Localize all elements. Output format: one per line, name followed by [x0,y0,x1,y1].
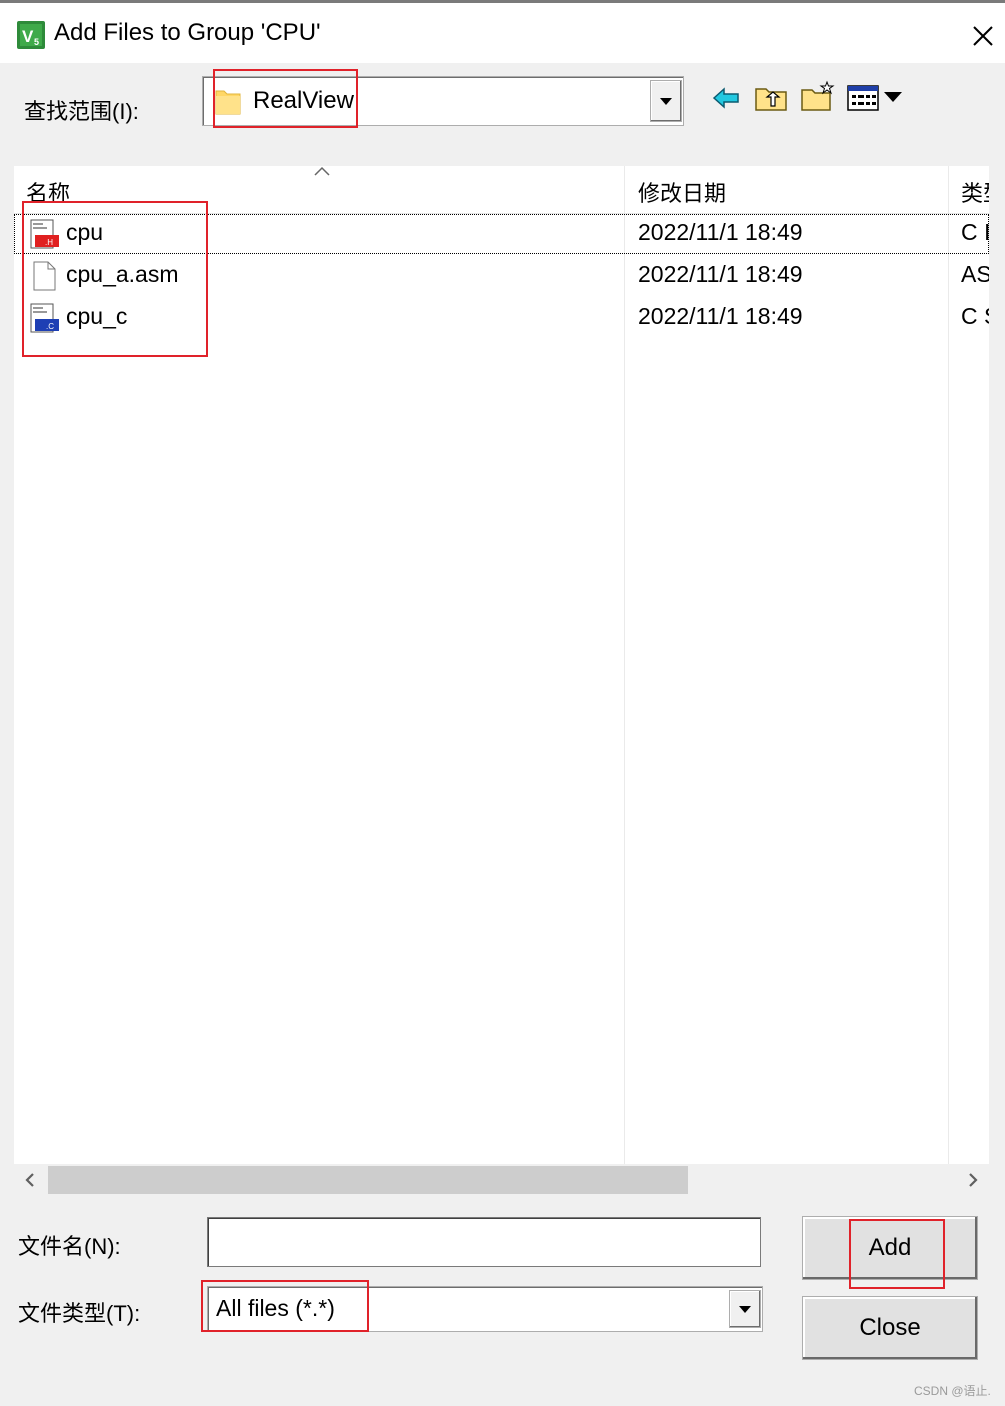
file-date: 2022/11/1 18:49 [638,261,803,287]
watermark: CSDN @语止. [914,1384,991,1398]
close-button[interactable]: Close [802,1296,978,1360]
file-row-cpu-c[interactable]: .C cpu_c 2022/11/1 18:49 C S [14,298,989,338]
file-row-cpu[interactable]: .H cpu 2022/11/1 18:49 C I [14,214,989,254]
view-menu-icon[interactable] [846,84,904,114]
scroll-right-icon[interactable] [965,1172,981,1188]
file-type: C S [961,303,989,329]
file-name: cpu_c [66,303,128,329]
filetype-dropdown-button[interactable] [729,1290,761,1328]
file-name: cpu [66,219,104,245]
column-header-type[interactable]: 类型 [961,176,989,208]
file-list[interactable]: 名称 修改日期 类型 .H cpu 2022/11/1 18:49 C I cp… [14,166,989,1164]
lookin-value: RealView [253,87,354,114]
svg-text:5: 5 [34,37,39,47]
file-type: AS [961,261,989,287]
c-source-file-icon: .C [30,303,59,333]
svg-text:V: V [22,27,34,46]
title-bar: V 5 Add Files to Group 'CPU' [0,3,1005,63]
scrollbar-thumb[interactable] [48,1166,688,1194]
add-files-dialog: V 5 Add Files to Group 'CPU' 查找范围(I): Re… [0,0,1005,1406]
file-type: C I [961,219,989,245]
column-header-name[interactable]: 名称 [26,176,70,208]
file-date: 2022/11/1 18:49 [638,303,803,329]
svg-text:.H: .H [45,238,53,247]
sort-ascending-icon [314,166,330,176]
folder-icon [215,90,241,115]
filetype-value: All files (*.*) [216,1295,335,1321]
blank-file-icon [33,261,56,291]
keil-uvision-icon: V 5 [17,21,45,49]
up-folder-icon[interactable] [754,84,788,112]
filename-label: 文件名(N): [18,1234,121,1259]
add-button[interactable]: Add [802,1216,978,1280]
window-title: Add Files to Group 'CPU' [54,19,321,46]
lookin-label: 查找范围(I): [24,99,139,124]
horizontal-scrollbar[interactable] [14,1164,989,1196]
file-name: cpu_a.asm [66,261,179,287]
filetype-combo[interactable]: All files (*.*) [207,1286,763,1332]
column-header-date[interactable]: 修改日期 [638,176,726,208]
filename-input[interactable] [207,1217,761,1267]
file-row-cpu-a-asm[interactable]: cpu_a.asm 2022/11/1 18:49 AS [14,256,989,296]
svg-text:.C: .C [46,322,54,331]
lookin-dropdown-button[interactable] [650,80,682,122]
new-folder-icon[interactable] [800,80,836,112]
filetype-label: 文件类型(T): [18,1301,141,1326]
scroll-left-icon[interactable] [22,1172,38,1188]
lookin-combo[interactable]: RealView [202,76,684,126]
file-date: 2022/11/1 18:49 [638,219,803,245]
back-arrow-icon[interactable] [712,86,740,110]
header-file-icon: .H [30,219,59,249]
close-icon[interactable] [966,19,998,51]
